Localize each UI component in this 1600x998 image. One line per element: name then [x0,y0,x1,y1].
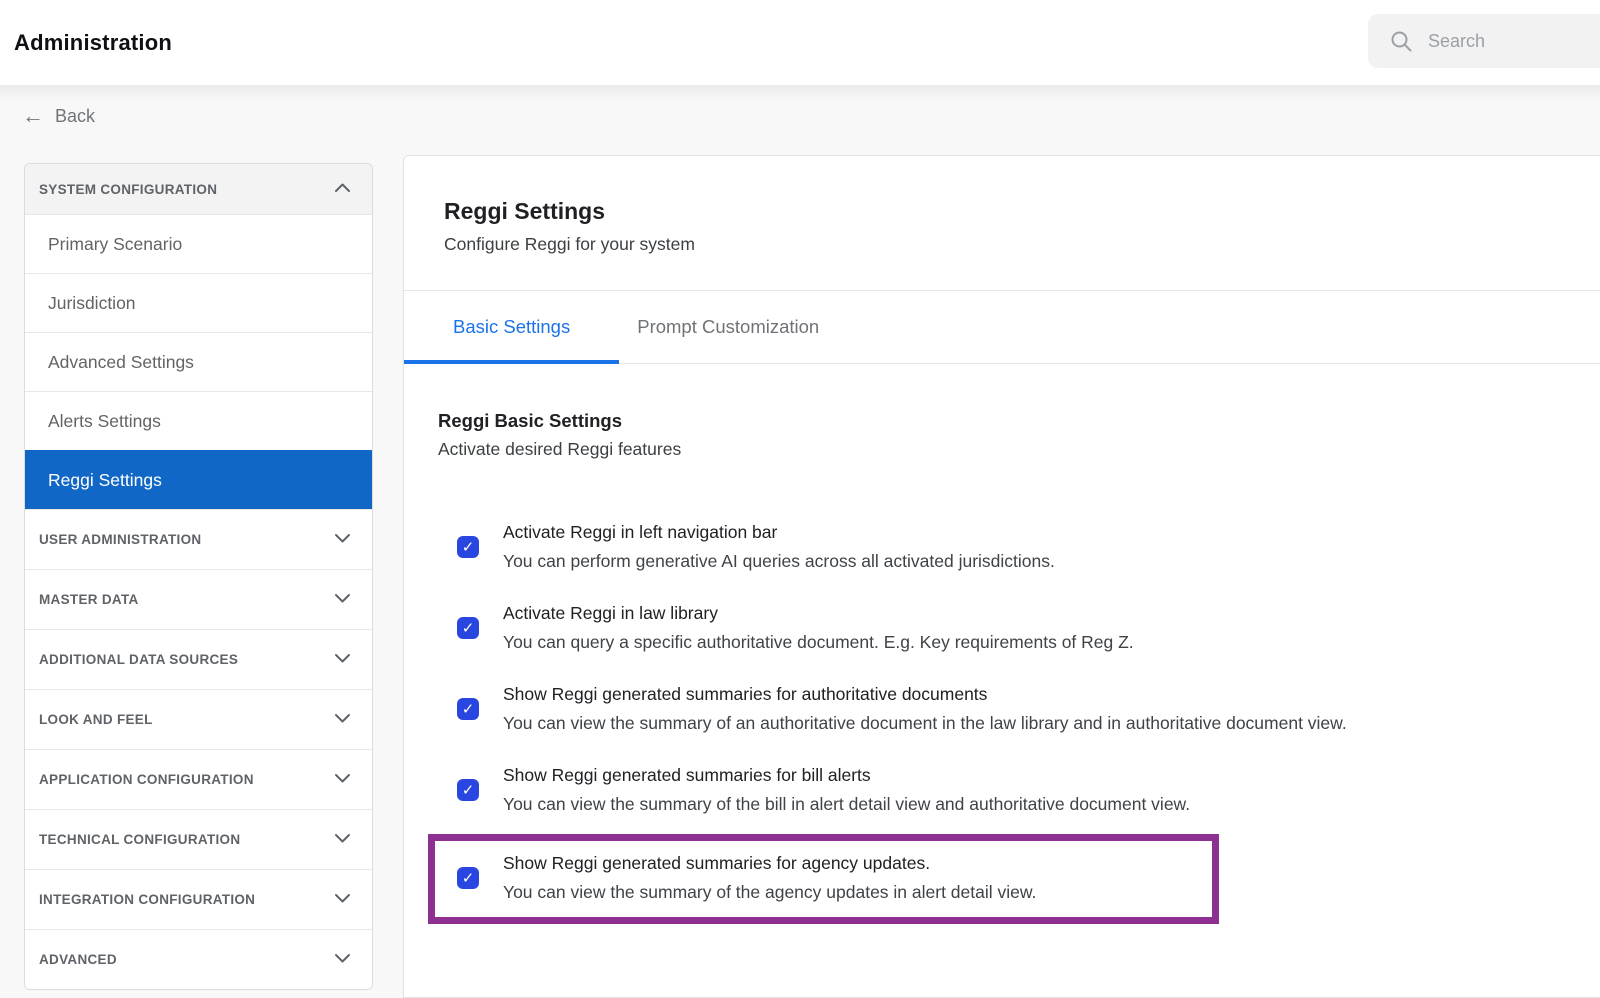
feature-title: Activate Reggi in left navigation bar [503,518,1055,547]
feature-row-left-nav: ✓ Activate Reggi in left navigation bar … [457,518,1600,576]
sidebar-section-master-data[interactable]: MASTER DATA [25,569,372,629]
section-label: SYSTEM CONFIGURATION [39,182,217,197]
sidebar-section-look-and-feel[interactable]: LOOK AND FEEL [25,689,372,749]
top-bar: Administration [0,0,1600,85]
sidebar-section-system-configuration[interactable]: SYSTEM CONFIGURATION [25,164,372,214]
reggi-settings-panel: Reggi Settings Configure Reggi for your … [403,155,1600,998]
chevron-down-icon [334,771,351,789]
tab-bar: Basic Settings Prompt Customization [404,291,1600,364]
feature-title: Activate Reggi in law library [503,599,1134,628]
checkbox-authoritative-summaries[interactable]: ✓ [457,698,479,720]
feature-description: You can query a specific authoritative d… [503,628,1134,657]
chevron-down-icon [334,531,351,549]
sidebar-item-reggi-settings[interactable]: Reggi Settings [25,450,372,509]
sidebar-section-advanced[interactable]: ADVANCED [25,929,372,989]
settings-sidebar: SYSTEM CONFIGURATION Primary Scenario Ju… [24,163,373,990]
feature-description: You can view the summary of the agency u… [503,878,1036,907]
feature-row-authoritative-summaries: ✓ Show Reggi generated summaries for aut… [457,680,1600,738]
feature-row-law-library: ✓ Activate Reggi in law library You can … [457,599,1600,657]
section-heading: Reggi Basic Settings [438,410,1600,432]
feature-text: Activate Reggi in law library You can qu… [503,599,1134,657]
panel-header: Reggi Settings Configure Reggi for your … [404,156,1600,291]
section-intro: Reggi Basic Settings Activate desired Re… [438,410,1600,460]
checkbox-bill-alert-summaries[interactable]: ✓ [457,779,479,801]
feature-text: Show Reggi generated summaries for autho… [503,680,1347,738]
search-box[interactable] [1368,14,1600,68]
sidebar-item-advanced-settings[interactable]: Advanced Settings [25,332,372,391]
section-label: APPLICATION CONFIGURATION [39,772,254,787]
search-input[interactable] [1426,30,1580,53]
panel-subtitle: Configure Reggi for your system [444,234,1600,255]
section-label: TECHNICAL CONFIGURATION [39,832,240,847]
feature-title: Show Reggi generated summaries for autho… [503,680,1347,709]
checkbox-agency-update-summaries[interactable]: ✓ [457,867,479,889]
sidebar-section-technical-configuration[interactable]: TECHNICAL CONFIGURATION [25,809,372,869]
panel-title: Reggi Settings [444,198,1600,225]
back-label: Back [55,106,95,127]
feature-title: Show Reggi generated summaries for agenc… [503,849,1036,878]
feature-row-agency-update-summaries: ✓ Show Reggi generated summaries for age… [428,834,1219,924]
chevron-down-icon [334,711,351,729]
section-label: USER ADMINISTRATION [39,532,201,547]
sidebar-section-integration-configuration[interactable]: INTEGRATION CONFIGURATION [25,869,372,929]
section-label: MASTER DATA [39,592,139,607]
feature-description: You can view the summary of an authorita… [503,709,1347,738]
section-label: LOOK AND FEEL [39,712,153,727]
chevron-down-icon [334,951,351,969]
feature-description: You can view the summary of the bill in … [503,790,1190,819]
feature-list: ✓ Activate Reggi in left navigation bar … [404,518,1600,924]
feature-text: Activate Reggi in left navigation bar Yo… [503,518,1055,576]
feature-description: You can perform generative AI queries ac… [503,547,1055,576]
sidebar-item-alerts-settings[interactable]: Alerts Settings [25,391,372,450]
feature-title: Show Reggi generated summaries for bill … [503,761,1190,790]
feature-row-bill-alert-summaries: ✓ Show Reggi generated summaries for bil… [457,761,1600,819]
sidebar-section-application-configuration[interactable]: APPLICATION CONFIGURATION [25,749,372,809]
search-icon [1390,30,1413,53]
section-label: ADDITIONAL DATA SOURCES [39,652,238,667]
chevron-down-icon [334,891,351,909]
sidebar-item-primary-scenario[interactable]: Primary Scenario [25,214,372,273]
sidebar-section-user-administration[interactable]: USER ADMINISTRATION [25,509,372,569]
back-button[interactable]: ← Back [22,105,95,127]
chevron-down-icon [334,591,351,609]
section-label: ADVANCED [39,952,117,967]
feature-text: Show Reggi generated summaries for agenc… [503,849,1036,907]
sidebar-section-additional-data-sources[interactable]: ADDITIONAL DATA SOURCES [25,629,372,689]
tab-prompt-customization[interactable]: Prompt Customization [619,291,837,363]
chevron-up-icon [334,180,351,198]
back-arrow-icon: ← [22,105,44,127]
tab-basic-settings[interactable]: Basic Settings [404,291,619,363]
checkbox-activate-left-nav[interactable]: ✓ [457,536,479,558]
page-title: Administration [14,0,172,85]
section-subheading: Activate desired Reggi features [438,439,1600,460]
feature-text: Show Reggi generated summaries for bill … [503,761,1190,819]
chevron-down-icon [334,831,351,849]
sidebar-item-jurisdiction[interactable]: Jurisdiction [25,273,372,332]
checkbox-activate-law-library[interactable]: ✓ [457,617,479,639]
chevron-down-icon [334,651,351,669]
section-label: INTEGRATION CONFIGURATION [39,892,255,907]
